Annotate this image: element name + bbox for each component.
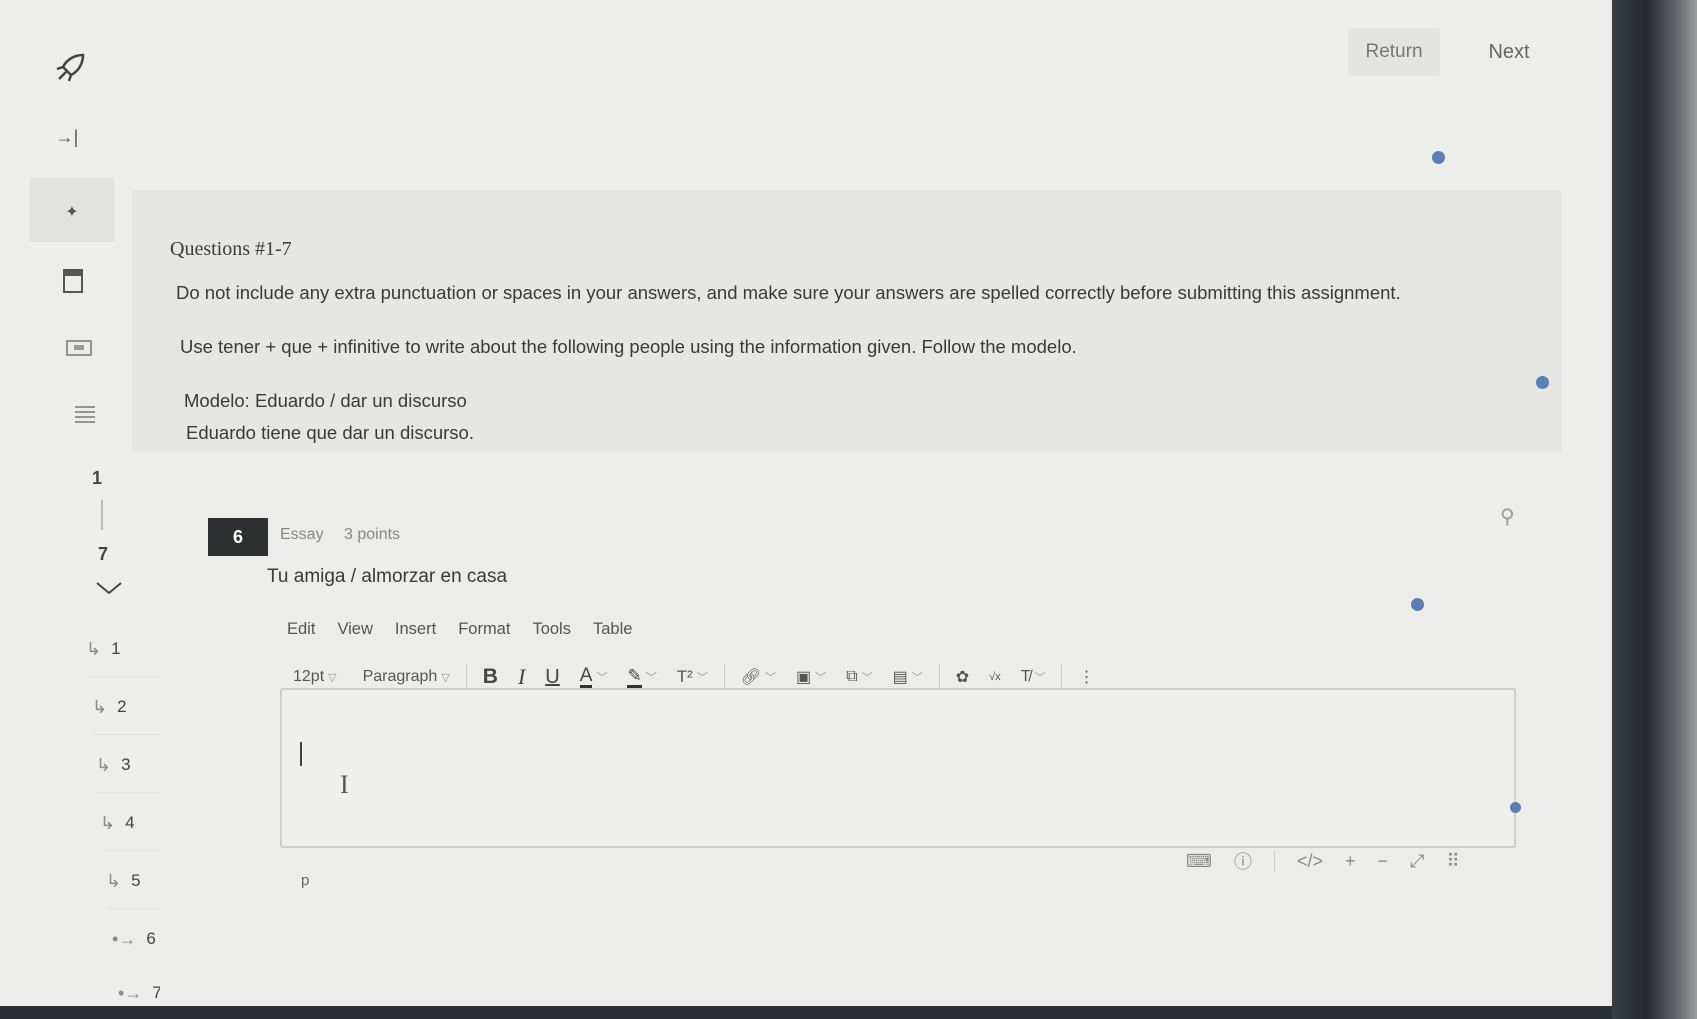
- image-icon: ▣: [796, 669, 812, 686]
- text-color-letter: A: [579, 664, 593, 688]
- chevron-down-icon: ﹀: [696, 672, 708, 684]
- rail-range-start: 1: [92, 468, 103, 488]
- font-size-value: 12pt: [293, 668, 325, 685]
- fullscreen-icon[interactable]: ⤢: [1410, 851, 1424, 872]
- instructions-panel: Questions #1-7 Do not include any extra …: [132, 190, 1562, 452]
- marker-dot: [1536, 376, 1549, 389]
- menu-format[interactable]: Format: [458, 620, 510, 639]
- subitem-arrow-icon: ↳: [96, 754, 112, 775]
- instructions-line-2: Use tener + que + infinitive to write ab…: [180, 336, 1077, 357]
- rail-range-line: [101, 500, 103, 530]
- resize-handle-icon[interactable]: ⠿: [1446, 851, 1459, 872]
- menu-edit[interactable]: Edit: [287, 620, 315, 639]
- pin-icon[interactable]: ✦: [58, 198, 86, 226]
- editor-menubar: Edit View Insert Format Tools Table: [287, 620, 632, 639]
- menu-tools[interactable]: Tools: [532, 620, 571, 639]
- clear-format-icon: T̸: [1020, 668, 1031, 685]
- marker-dot: [1510, 802, 1521, 813]
- essay-editor[interactable]: I: [280, 688, 1516, 848]
- subitem-arrow-icon: ↳: [92, 696, 108, 717]
- rocket-icon[interactable]: [50, 48, 90, 88]
- accessibility-icon[interactable]: ⓘ: [1234, 848, 1252, 874]
- chevron-down-icon: ﹀: [861, 672, 873, 684]
- chevron-down-svg: [96, 582, 122, 595]
- toolbar-divider: [938, 664, 940, 690]
- next-button[interactable]: Next: [1466, 28, 1552, 76]
- pin-question-icon[interactable]: ⚲: [1500, 504, 1515, 529]
- editor-statusbar: ⌨ ⓘ </> + − ⤢ ⠿: [1186, 848, 1460, 874]
- toolbar-divider: [1061, 664, 1063, 690]
- chevron-down-icon[interactable]: [94, 580, 124, 602]
- chevron-down-icon: ﹀: [596, 672, 608, 684]
- rail-range-end: 7: [98, 544, 109, 564]
- question-nav-number: 6: [146, 929, 156, 948]
- chevron-down-icon: ﹀: [645, 672, 657, 684]
- collapse-icon[interactable]: →|: [50, 120, 84, 154]
- question-nav-number: 5: [131, 871, 141, 890]
- calculator-icon-svg: [63, 269, 83, 293]
- block-format-value: Paragraph: [362, 668, 438, 685]
- question-points: 3 points: [344, 526, 401, 543]
- keyboard-icon-svg: [66, 340, 92, 356]
- rocket-icon-svg: [56, 53, 85, 82]
- html-editor-icon[interactable]: </>: [1297, 851, 1323, 872]
- toolbar-divider: [465, 664, 467, 690]
- math-icon: √x: [989, 671, 1001, 683]
- question-nav-number: 1: [111, 639, 121, 658]
- superscript-glyph: T²: [676, 667, 693, 686]
- question-nav-1[interactable]: ↳ 1: [86, 622, 166, 677]
- divider: [1273, 851, 1275, 871]
- question-nav-number: 4: [125, 813, 135, 832]
- monitor-bezel-bottom: [0, 1006, 1612, 1019]
- link-icon: 🔗︎: [740, 669, 762, 686]
- chevron-down-icon: ﹀: [1034, 672, 1046, 684]
- chevron-down-icon: ﹀: [765, 672, 777, 684]
- menu-view[interactable]: View: [337, 620, 372, 639]
- mouse-ibeam-cursor: I: [340, 770, 349, 799]
- monitor-bezel-right: [1612, 0, 1697, 1019]
- app-screen: →| ✦ 1 7 ↳ 1 ↳ 2 ↳ 3 ↳ 4 ↳ 5 •→ 6 •→ 7 Return N…: [0, 0, 1612, 1019]
- chevron-down-icon: ﹀: [911, 672, 923, 684]
- instructions-line-1: Do not include any extra punctuation or …: [176, 282, 1401, 303]
- notes-icon-svg: [75, 406, 95, 423]
- marker-dot: [1432, 151, 1445, 164]
- menu-table[interactable]: Table: [593, 620, 632, 639]
- highlight-pen-icon: ✎: [627, 666, 642, 688]
- chevron-down-icon: ﹀: [815, 672, 827, 684]
- zoom-out-icon[interactable]: −: [1378, 851, 1389, 872]
- notes-icon[interactable]: [70, 402, 100, 428]
- return-button[interactable]: Return: [1348, 28, 1440, 76]
- instructions-title: Questions #1-7: [170, 238, 292, 260]
- chevron-down-icon: ▽: [441, 671, 450, 684]
- subitem-arrow-icon: ↳: [106, 870, 122, 891]
- chevron-down-icon: ▽: [328, 671, 337, 684]
- marker-dot: [1411, 598, 1424, 611]
- modelo-prompt: Modelo: Eduardo / dar un discurso: [184, 390, 467, 411]
- toolbar-divider: [723, 664, 725, 690]
- question-nav-number: 3: [121, 755, 131, 774]
- current-arrow-icon: •→: [112, 928, 137, 949]
- text-caret: [300, 742, 302, 766]
- zoom-in-icon[interactable]: +: [1345, 851, 1356, 872]
- question-type: Essay: [280, 526, 324, 543]
- subitem-arrow-icon: ↳: [100, 812, 116, 833]
- calculator-icon[interactable]: [58, 266, 88, 296]
- keyboard-shortcuts-icon[interactable]: ⌨: [1186, 851, 1212, 872]
- element-path: p: [301, 872, 310, 889]
- question-nav-number: 2: [117, 697, 127, 716]
- menu-insert[interactable]: Insert: [395, 620, 436, 639]
- apps-icon: ✿: [955, 669, 970, 686]
- subitem-arrow-icon: ↳: [86, 638, 102, 659]
- current-arrow-icon: •→: [118, 982, 143, 1003]
- question-number-badge: 6: [208, 518, 268, 556]
- document-icon: ▤: [892, 669, 908, 686]
- modelo-answer: Eduardo tiene que dar un discurso.: [186, 422, 474, 443]
- keyboard-icon[interactable]: [64, 336, 94, 360]
- more-vertical-icon: ⋮: [1078, 669, 1095, 686]
- question-prompt: Tu amiga / almorzar en casa: [267, 566, 508, 587]
- media-icon: ⧉: [846, 668, 858, 685]
